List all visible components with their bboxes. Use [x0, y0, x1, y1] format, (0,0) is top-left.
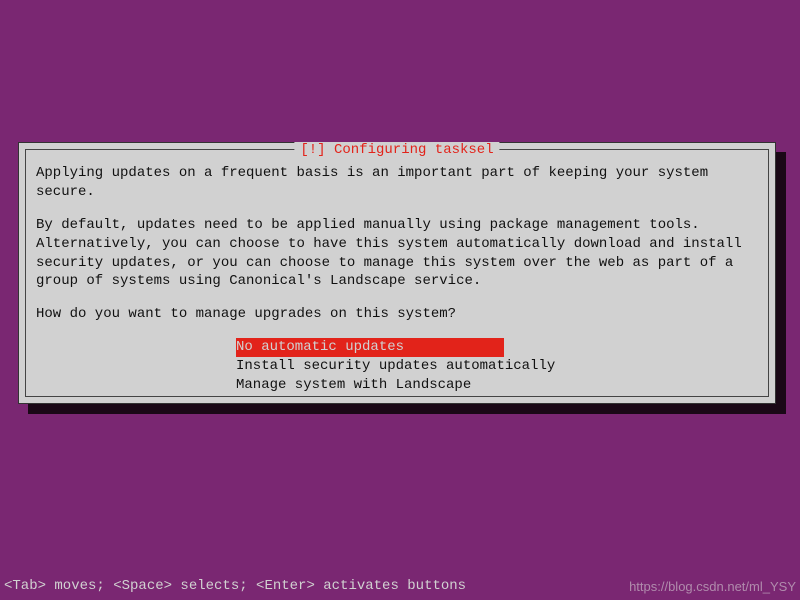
question-text: How do you want to manage upgrades on th… — [36, 305, 758, 324]
dialog-content: Applying updates on a frequent basis is … — [26, 150, 768, 405]
intro-paragraph-1: Applying updates on a frequent basis is … — [36, 164, 758, 202]
footer-bar: <Tab> moves; <Space> selects; <Enter> ac… — [4, 578, 796, 594]
option-label: Install security updates automatically — [236, 357, 555, 376]
config-dialog: [!] Configuring tasksel Applying updates… — [18, 142, 776, 404]
dialog-border: [!] Configuring tasksel Applying updates… — [25, 149, 769, 397]
option-label: No automatic updates — [236, 338, 504, 357]
dialog-title: [!] Configuring tasksel — [294, 142, 499, 158]
option-label: Manage system with Landscape — [236, 376, 471, 395]
option-no-auto-updates[interactable]: No automatic updates — [236, 338, 758, 357]
option-landscape[interactable]: Manage system with Landscape — [236, 376, 758, 395]
intro-paragraph-2: By default, updates need to be applied m… — [36, 216, 758, 292]
options-list: No automatic updates Install security up… — [236, 338, 758, 395]
keyboard-hint: <Tab> moves; <Space> selects; <Enter> ac… — [4, 578, 466, 594]
watermark: https://blog.csdn.net/ml_YSY — [629, 579, 796, 594]
option-security-updates[interactable]: Install security updates automatically — [236, 357, 758, 376]
